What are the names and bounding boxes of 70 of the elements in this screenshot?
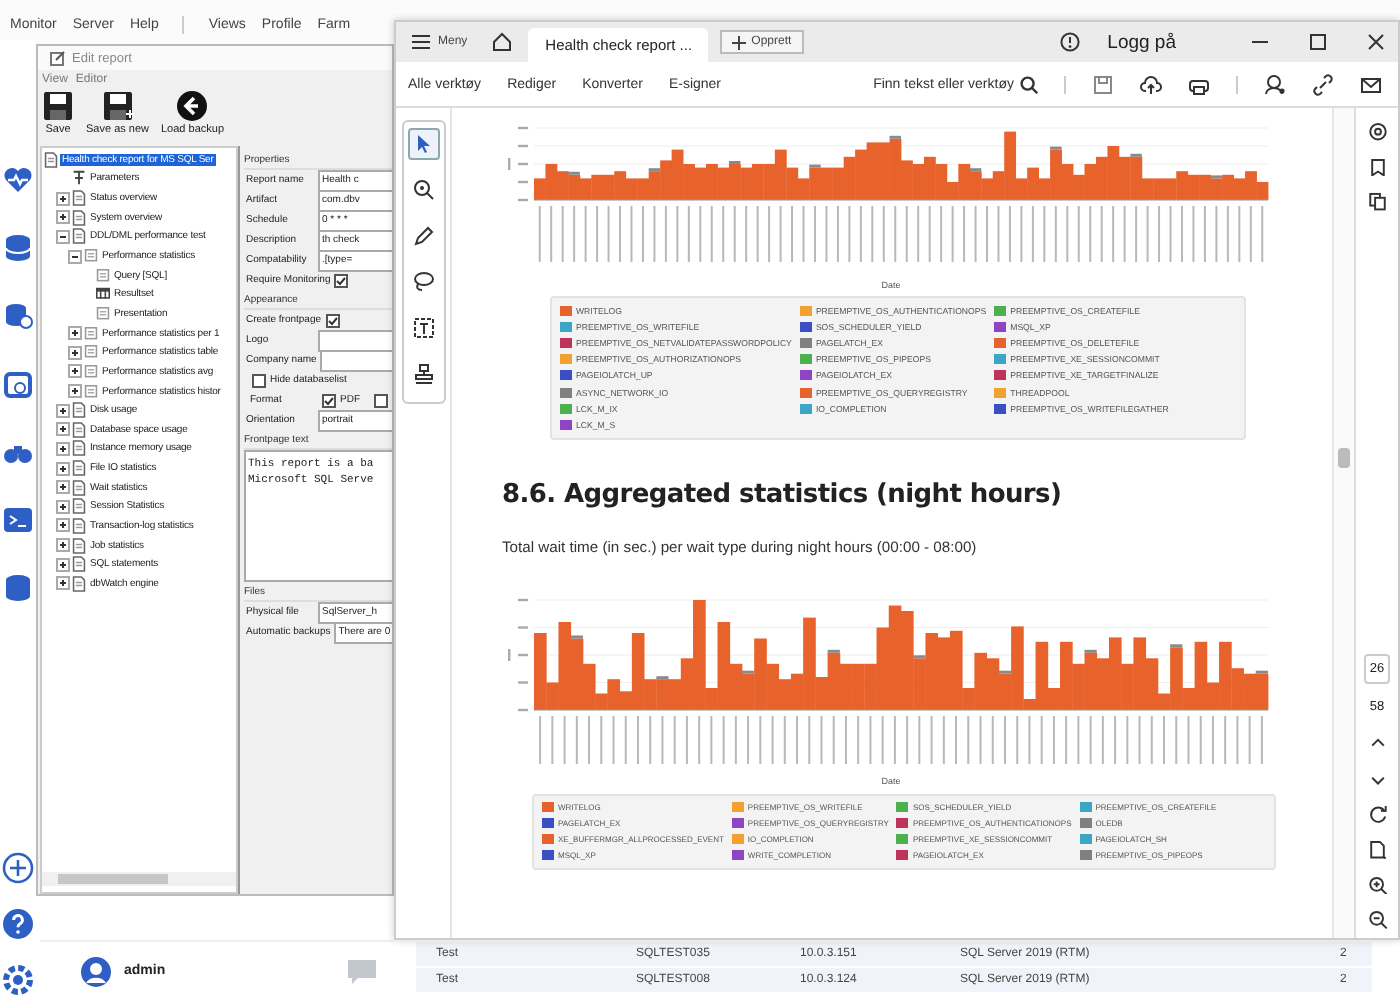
expand-toggle[interactable] — [68, 326, 82, 341]
stamp-icon — [412, 362, 436, 386]
zoom-out-icon[interactable] — [1367, 910, 1387, 931]
menu-icon — [412, 34, 430, 50]
expand-toggle[interactable] — [56, 557, 70, 572]
lasso-icon — [412, 270, 436, 294]
checkbox[interactable] — [334, 273, 349, 287]
terminal-icon[interactable] — [2, 504, 34, 536]
add-icon[interactable] — [2, 852, 34, 884]
expand-toggle[interactable] — [56, 499, 70, 514]
table-icon — [96, 286, 110, 303]
document-icon[interactable] — [1367, 840, 1387, 860]
database-icon[interactable] — [2, 232, 34, 264]
expand-toggle[interactable] — [56, 422, 70, 437]
scrollbar[interactable] — [1332, 108, 1354, 938]
expand-toggle[interactable] — [56, 576, 70, 591]
checkbox[interactable] — [322, 393, 336, 407]
search-icon — [1020, 75, 1038, 93]
expand-toggle[interactable] — [56, 461, 70, 476]
expand-toggle[interactable] — [56, 210, 70, 225]
zoom-in-icon[interactable] — [1367, 875, 1387, 895]
expand-toggle[interactable] — [68, 249, 82, 264]
expand-toggle[interactable] — [68, 364, 82, 379]
user-avatar[interactable] — [80, 955, 112, 987]
user-icon[interactable] — [1264, 73, 1286, 95]
plus-icon — [731, 35, 746, 49]
pages-icon[interactable] — [1367, 192, 1387, 213]
help-icon[interactable] — [2, 908, 34, 940]
expand-toggle[interactable] — [56, 538, 70, 553]
checkbox[interactable] — [325, 313, 340, 327]
list-icon — [84, 383, 98, 399]
expand-toggle[interactable] — [68, 384, 82, 398]
checkbox[interactable] — [252, 373, 266, 387]
home-icon[interactable] — [491, 32, 512, 52]
scrollbar[interactable] — [42, 872, 236, 886]
expand-toggle[interactable] — [56, 441, 70, 456]
expand-toggle[interactable] — [56, 191, 70, 206]
expand-toggle[interactable] — [56, 518, 70, 533]
expand-toggle[interactable] — [56, 403, 70, 418]
help-icon[interactable] — [1059, 32, 1080, 52]
tool-button[interactable] — [408, 312, 440, 344]
maximize-icon[interactable] — [1308, 32, 1328, 52]
input-field[interactable] — [320, 349, 392, 371]
mail-icon[interactable] — [1360, 73, 1382, 95]
section-heading: 8.6. Aggregated statistics (night hours) — [502, 479, 1064, 509]
save-icon[interactable] — [1092, 73, 1114, 95]
pen-icon — [412, 224, 436, 248]
expand-toggle[interactable] — [68, 345, 82, 360]
checkbox[interactable] — [374, 393, 388, 407]
list-icon — [96, 305, 110, 322]
database-icon[interactable] — [2, 572, 34, 604]
heart-icon[interactable] — [2, 164, 34, 196]
input-field[interactable] — [318, 329, 392, 351]
calendar-icon[interactable] — [2, 368, 34, 400]
settings-icon[interactable] — [2, 964, 34, 996]
text-select-icon — [412, 316, 436, 340]
bookmark-icon[interactable] — [1367, 157, 1387, 177]
save-icon — [101, 90, 134, 122]
save-icon — [42, 90, 74, 122]
link-icon[interactable] — [1312, 73, 1334, 95]
expand-toggle[interactable] — [56, 229, 70, 244]
login-button[interactable]: Logg på — [1095, 29, 1188, 55]
expand-toggle[interactable] — [56, 480, 70, 495]
tool-button[interactable] — [408, 128, 440, 160]
close-icon[interactable] — [1366, 32, 1386, 52]
database-icon[interactable] — [2, 300, 34, 332]
refresh-icon[interactable] — [1367, 804, 1387, 825]
parameters-icon — [72, 170, 86, 187]
cloud-upload-icon[interactable] — [1140, 73, 1162, 95]
zoom-icon — [412, 178, 436, 202]
